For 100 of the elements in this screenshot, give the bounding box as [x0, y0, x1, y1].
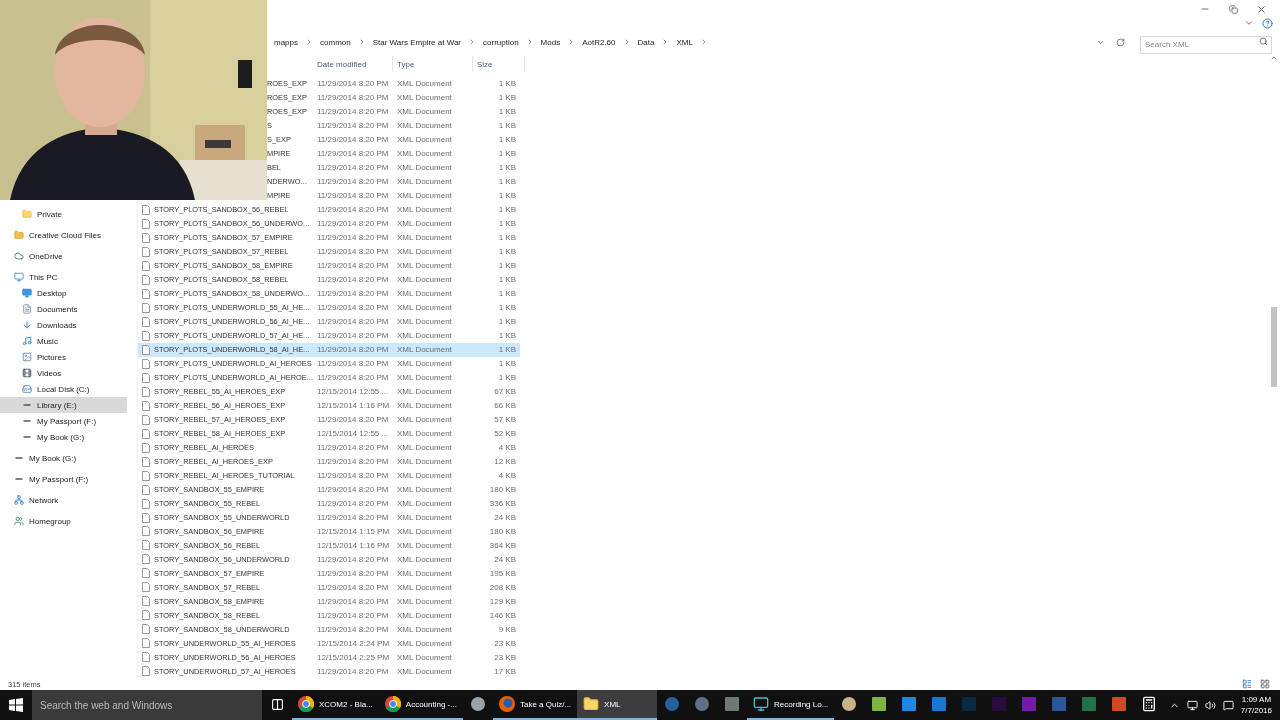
file-icon	[142, 456, 150, 467]
file-icon	[142, 526, 150, 537]
restore-button[interactable]	[1226, 2, 1240, 16]
scroll-thumb[interactable]	[1271, 307, 1277, 387]
column-header[interactable]: Date modified	[313, 56, 393, 72]
speaker-icon[interactable]	[1204, 699, 1216, 711]
date-modified: 11/29/2014 8:20 PM	[316, 261, 390, 271]
column-header[interactable]: Type	[393, 56, 473, 72]
breadcrumb[interactable]: AotR2.60	[581, 37, 617, 47]
file-icon	[142, 582, 150, 593]
file-type: XML Document	[396, 317, 453, 327]
notification-icon[interactable]	[1222, 699, 1234, 711]
folder-icon	[22, 209, 32, 219]
file-type: XML Document	[396, 247, 453, 257]
date-modified: 11/29/2014 8:20 PM	[316, 624, 390, 634]
breadcrumb[interactable]: Mods	[539, 37, 562, 47]
file-size: 129 KB	[488, 596, 517, 606]
file-icon	[142, 638, 150, 649]
sidebar-item[interactable]: Desktop	[0, 285, 127, 301]
column-header[interactable]: Size	[473, 56, 525, 72]
file-icon	[142, 484, 150, 495]
sidebar-item[interactable]: Documents	[0, 301, 127, 317]
breadcrumb[interactable]: Star Wars Empire at War	[371, 37, 462, 47]
file-type: XML Document	[396, 638, 453, 648]
file-type: XML Document	[396, 443, 453, 453]
refresh-button[interactable]	[1113, 35, 1127, 49]
date-modified: 11/29/2014 8:20 PM	[316, 331, 390, 341]
date-modified: 11/29/2014 8:20 PM	[316, 317, 390, 327]
file-size: 1 KB	[497, 247, 517, 257]
help-button[interactable]	[1260, 16, 1274, 30]
file-size: 1 KB	[497, 331, 517, 341]
file-icon	[142, 302, 150, 313]
sidebar-item[interactable]: Local Disk (C:)	[0, 381, 127, 397]
date-modified: 11/29/2014 8:20 PM	[316, 471, 390, 481]
date-modified: 11/29/2014 8:20 PM	[316, 275, 390, 285]
sidebar-item[interactable]: Downloads	[0, 317, 127, 333]
file-icon	[142, 568, 150, 579]
sidebar-item[interactable]: Homegroup	[0, 513, 127, 529]
sidebar-item[interactable]: Creative Cloud Files	[0, 227, 127, 243]
file-icon	[142, 274, 150, 285]
file-type: XML Document	[396, 233, 453, 243]
sidebar-item[interactable]: Videos	[0, 365, 127, 381]
file-type: XML Document	[396, 205, 453, 215]
refresh-icon	[1115, 37, 1125, 47]
date-modified: 12/15/2014 1:16 PM	[316, 540, 391, 550]
file-size: 1 KB	[497, 359, 517, 369]
chrome-icon	[384, 696, 401, 712]
breadcrumb[interactable]: XML	[675, 37, 694, 47]
taskbar-search-field[interactable]: Search the web and Windows	[32, 690, 262, 720]
sidebar-item[interactable]: My Passport (F:)	[0, 413, 127, 429]
chevron-right-icon	[468, 38, 476, 46]
file-type: XML Document	[396, 401, 453, 411]
breadcrumb[interactable]: mapps	[273, 37, 299, 47]
file-size: 23 KB	[493, 652, 517, 662]
monitor-icon	[14, 272, 24, 282]
sidebar-item[interactable]: This PC	[0, 269, 127, 285]
file-type: XML Document	[396, 624, 453, 634]
file-size: 9 KB	[497, 624, 517, 634]
sidebar-item[interactable]: Private	[0, 206, 127, 222]
file-icon	[142, 666, 150, 677]
sidebar-item[interactable]: My Book (G:)	[0, 429, 127, 445]
details-view-button[interactable]	[1240, 677, 1254, 691]
clock[interactable]: 1:09 AM 7/7/2016	[1240, 694, 1272, 716]
file-size: 52 KB	[493, 429, 517, 439]
grid-icon	[1260, 679, 1270, 689]
file-icon	[142, 372, 150, 383]
sidebar-item[interactable]: Network	[0, 492, 127, 508]
date-modified: 11/29/2014 8:20 PM	[316, 373, 390, 383]
file-type: XML Document	[396, 373, 453, 383]
people-icon	[14, 516, 24, 526]
sidebar-item[interactable]: Pictures	[0, 349, 127, 365]
breadcrumb[interactable]: Data	[636, 37, 656, 47]
file-type: XML Document	[396, 303, 453, 313]
sidebar-item[interactable]: My Passport (F:)	[0, 471, 127, 487]
sidebar-item[interactable]: Library (E:)	[0, 397, 127, 413]
file-type: XML Document	[396, 93, 453, 103]
taskbar-app[interactable]: Accounting -...	[378, 690, 463, 720]
monitor-icon	[22, 288, 32, 298]
date-modified: 11/29/2014 8:20 PM	[316, 596, 390, 606]
file-icon	[142, 386, 150, 397]
breadcrumb[interactable]: common	[319, 37, 352, 47]
search-field[interactable]: Search XML	[1140, 35, 1272, 54]
sidebar-item[interactable]: Music	[0, 333, 127, 349]
file-icon	[142, 540, 150, 551]
icons-view-button[interactable]	[1258, 677, 1272, 691]
taskbar-app[interactable]: XML	[577, 690, 658, 720]
date-modified: 11/29/2014 8:20 PM	[316, 666, 390, 676]
sidebar-item[interactable]: OneDrive	[0, 248, 127, 264]
file-size: 1 KB	[497, 205, 517, 215]
help-icon	[1261, 17, 1273, 29]
taskbar-app[interactable]: XCOM2 - Bla...	[292, 690, 379, 720]
date-modified: 12/15/2014 2:24 PM	[316, 638, 391, 648]
file-type: XML Document	[396, 135, 453, 145]
file-icon	[142, 400, 150, 411]
sidebar-item[interactable]: My Book (G:)	[0, 450, 127, 466]
file-size: 1 KB	[497, 79, 517, 89]
breadcrumb[interactable]: corruption	[482, 37, 520, 47]
taskbar-app[interactable]: Recording Lo...	[747, 690, 835, 720]
document-icon	[22, 304, 32, 314]
file-type: XML Document	[396, 261, 453, 271]
